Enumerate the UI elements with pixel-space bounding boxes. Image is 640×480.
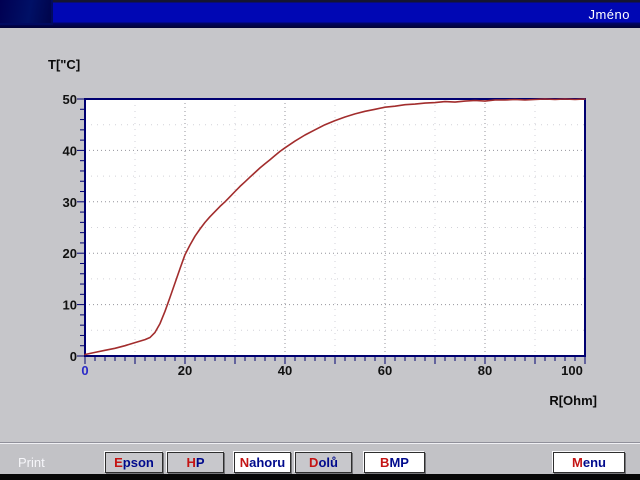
- chart-svg: 0 20 40 60 80 100 0 10 20 30 40 50 T["C] R[Ohm]: [0, 28, 640, 443]
- window-title-label: Jméno: [588, 7, 630, 22]
- chart: 0 20 40 60 80 100 0 10 20 30 40 50 T["C] R[Ohm]: [0, 28, 640, 443]
- hp-button[interactable]: HP: [167, 452, 224, 473]
- screen-bottom-edge: [0, 474, 640, 480]
- x-tick-label: 40: [278, 363, 292, 378]
- y-tick-label: 20: [63, 246, 77, 261]
- y-tick-label: 30: [63, 195, 77, 210]
- bmp-button[interactable]: BMP: [364, 452, 425, 473]
- print-label: Print: [18, 455, 45, 470]
- x-axis-title: R[Ohm]: [549, 393, 597, 408]
- x-tick-label: 60: [378, 363, 392, 378]
- y-tick-label: 50: [63, 92, 77, 107]
- menu-button[interactable]: Menu: [553, 452, 625, 473]
- dolu-button[interactable]: Dolů: [295, 452, 352, 473]
- x-tick-label: 80: [478, 363, 492, 378]
- plot-area: [85, 99, 585, 356]
- x-tick-label: 20: [178, 363, 192, 378]
- y-axis-title: T["C]: [48, 57, 80, 72]
- y-tick-label: 0: [70, 349, 77, 364]
- y-tick-label: 10: [63, 298, 77, 313]
- epson-button[interactable]: Epson: [105, 452, 163, 473]
- nahoru-button[interactable]: Nahoru: [234, 452, 291, 473]
- y-tick-label: 40: [63, 143, 77, 158]
- title-bar: Jméno: [0, 0, 640, 28]
- hotkey-letter: M: [572, 455, 583, 470]
- hotkey-letter: H: [186, 455, 195, 470]
- x-tick-label: 0: [81, 363, 88, 378]
- logo: [0, 0, 53, 25]
- hotkey-letter: N: [240, 455, 249, 470]
- hotkey-letter: E: [114, 455, 123, 470]
- x-tick-label: 100: [561, 363, 583, 378]
